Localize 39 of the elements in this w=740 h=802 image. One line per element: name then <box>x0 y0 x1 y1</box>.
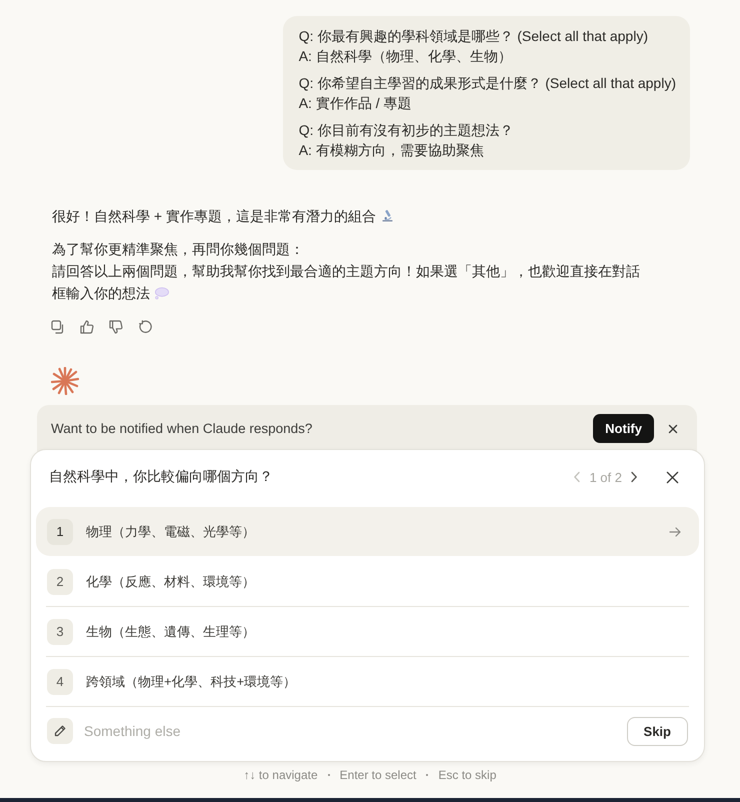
answer-text: A: 實作作品 / 專題 <box>298 94 412 113</box>
retry-icon[interactable] <box>138 320 152 334</box>
question-text: Q: 你最有興趣的學科領域是哪些？ (Select all that apply) <box>298 27 649 46</box>
option-item[interactable]: 3 生物（生態、遺傳、生理等） <box>36 607 699 656</box>
copy-icon[interactable] <box>51 320 65 334</box>
option-number: 4 <box>47 668 73 694</box>
option-number: 2 <box>47 568 73 594</box>
question-title: 自然科學中，你比較偏向哪個方向？ <box>49 468 274 486</box>
page-indicator: 1 of 2 <box>589 470 622 484</box>
answer-text: A: 有模糊方向，需要協助聚焦 <box>298 141 485 160</box>
option-number: 1 <box>47 518 73 544</box>
answer-text: A: 自然科學（物理、化學、生物） <box>298 47 513 66</box>
option-item[interactable]: 1 物理（力學、電磁、光學等） <box>36 507 699 556</box>
close-icon[interactable] <box>666 470 679 484</box>
question-text: Q: 你希望自主學習的成果形式是什麼？ (Select all that apply) <box>298 74 676 93</box>
text-input[interactable]: Something else <box>84 719 619 743</box>
chevron-right-icon[interactable] <box>630 471 638 483</box>
option-item[interactable]: 4 跨領域（物理+化學、科技+環境等） <box>36 657 699 706</box>
keyboard-hint: Esc to skip <box>438 768 496 782</box>
message-text: 框輸入你的想法 <box>52 285 150 301</box>
notification-text: Want to be notified when Claude responds? <box>51 421 314 436</box>
notify-button[interactable]: Notify <box>593 414 654 443</box>
keyboard-hint: Enter to select <box>340 768 416 782</box>
arrow-right-icon <box>669 526 681 536</box>
question-text: Q: 你目前有沒有初步的主題想法？ <box>298 121 514 140</box>
message-text: 請回答以上兩個問題，幫助我幫你找到最合適的主題方向！如果選「其他」，也歡迎直接在對話 <box>52 263 640 279</box>
thumbs-down-icon[interactable] <box>109 320 123 334</box>
option-item[interactable]: 2 化學（反應、材料、環境等） <box>36 557 699 606</box>
pencil-icon <box>47 718 73 744</box>
option-number: 3 <box>47 618 73 644</box>
keyboard-hint: ↑↓ to navigate <box>244 768 318 782</box>
thumbs-up-icon[interactable] <box>80 320 94 334</box>
starburst-icon <box>51 367 79 395</box>
microscope-icon <box>380 209 395 223</box>
message-text: 為了幫你更精準聚焦，再問你幾個問題： <box>52 241 304 257</box>
close-icon[interactable] <box>668 424 678 434</box>
message-text: 很好！自然科學 + 實作專題，這是非常有潛力的組合 <box>52 208 376 224</box>
skip-button[interactable]: Skip <box>626 716 688 746</box>
thought-bubble-icon <box>154 286 169 300</box>
